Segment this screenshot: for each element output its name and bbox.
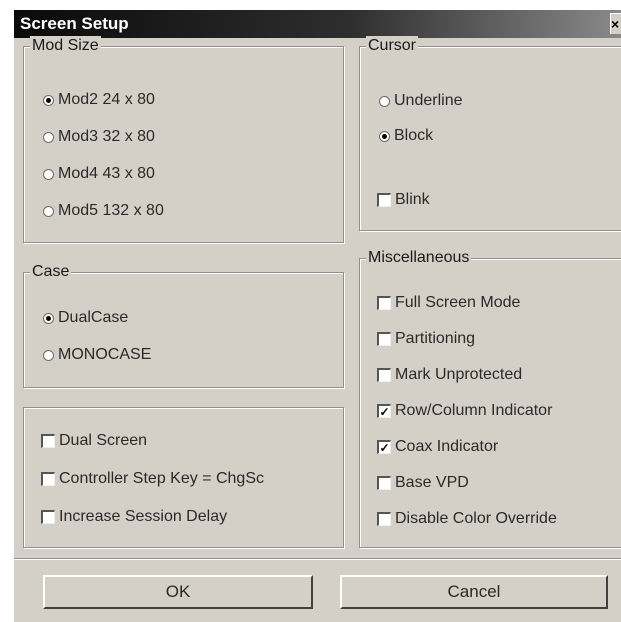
checkbox-label: Increase Session Delay bbox=[59, 508, 228, 525]
cancel-button[interactable]: Cancel bbox=[340, 575, 608, 609]
mod-size-group: Mod Size Mod2 24 x 80 Mod3 32 x 80 Mod4 … bbox=[23, 36, 344, 243]
ok-button[interactable]: OK bbox=[43, 575, 313, 609]
radio-button-icon[interactable] bbox=[43, 349, 54, 361]
checkbox-icon[interactable] bbox=[41, 510, 55, 524]
cursor-group: Cursor Underline Block Blink bbox=[359, 36, 621, 231]
radio-button-icon[interactable] bbox=[43, 94, 54, 106]
checkbox-label: Disable Color Override bbox=[395, 510, 557, 527]
checkbox-increase-session-delay[interactable]: Increase Session Delay bbox=[41, 506, 227, 528]
checkbox-icon[interactable] bbox=[377, 193, 391, 207]
radio-button-icon[interactable] bbox=[43, 168, 54, 180]
checkbox-label: Base VPD bbox=[395, 474, 469, 491]
checkbox-dual-screen[interactable]: Dual Screen bbox=[41, 430, 147, 452]
case-legend: Case bbox=[30, 262, 72, 282]
window-title: Screen Setup bbox=[20, 14, 129, 33]
checkbox-icon[interactable]: ✓ bbox=[377, 440, 391, 454]
checkbox-label: Controller Step Key = ChgSc bbox=[59, 470, 264, 487]
close-icon[interactable]: × bbox=[610, 13, 621, 34]
radio-button-icon[interactable] bbox=[379, 130, 390, 142]
radio-label: MONOCASE bbox=[58, 346, 152, 363]
radio-label: Mod5 132 x 80 bbox=[58, 202, 164, 219]
radio-button-icon[interactable] bbox=[43, 312, 54, 324]
radio-mod2[interactable]: Mod2 24 x 80 bbox=[43, 89, 155, 111]
checkbox-full-screen-mode[interactable]: Full Screen Mode bbox=[377, 292, 520, 314]
checkbox-icon[interactable] bbox=[41, 434, 55, 448]
checkbox-label: Dual Screen bbox=[59, 432, 148, 449]
checkbox-base-vpd[interactable]: Base VPD bbox=[377, 472, 469, 494]
checkbox-blink[interactable]: Blink bbox=[377, 189, 430, 211]
radio-label: Mod2 24 x 80 bbox=[58, 91, 155, 108]
radio-mod5[interactable]: Mod5 132 x 80 bbox=[43, 200, 164, 222]
radio-label: Mod4 43 x 80 bbox=[58, 165, 155, 182]
radio-label: DualCase bbox=[58, 309, 129, 326]
radio-mod4[interactable]: Mod4 43 x 80 bbox=[43, 163, 155, 185]
checkbox-label: Full Screen Mode bbox=[395, 294, 521, 311]
checkbox-icon[interactable] bbox=[377, 332, 391, 346]
checkbox-icon[interactable] bbox=[377, 512, 391, 526]
button-separator bbox=[14, 558, 621, 560]
radio-dualcase[interactable]: DualCase bbox=[43, 307, 128, 329]
mod-size-legend: Mod Size bbox=[30, 36, 101, 56]
radio-label: Underline bbox=[394, 92, 463, 109]
checkbox-label: Partitioning bbox=[395, 330, 476, 347]
checkbox-disable-color-override[interactable]: Disable Color Override bbox=[377, 508, 557, 530]
radio-monocase[interactable]: MONOCASE bbox=[43, 344, 151, 366]
checkbox-partitioning[interactable]: Partitioning bbox=[377, 328, 475, 350]
checkbox-icon[interactable] bbox=[41, 472, 55, 486]
checkbox-icon[interactable] bbox=[377, 368, 391, 382]
checkbox-mark-unprotected[interactable]: Mark Unprotected bbox=[377, 364, 522, 386]
radio-block[interactable]: Block bbox=[379, 125, 433, 147]
radio-button-icon[interactable] bbox=[43, 205, 54, 217]
radio-button-icon[interactable] bbox=[43, 131, 54, 143]
radio-label: Mod3 32 x 80 bbox=[58, 128, 155, 145]
radio-underline[interactable]: Underline bbox=[379, 90, 462, 112]
checkbox-label: Blink bbox=[395, 191, 430, 208]
radio-label: Block bbox=[394, 127, 434, 144]
checkbox-icon[interactable] bbox=[377, 296, 391, 310]
checkbox-label: Coax Indicator bbox=[395, 438, 499, 455]
checkbox-controller-step-key[interactable]: Controller Step Key = ChgSc bbox=[41, 468, 264, 490]
case-group: Case DualCase MONOCASE bbox=[23, 262, 344, 388]
checkbox-label: Mark Unprotected bbox=[395, 366, 523, 383]
checkbox-coax-indicator[interactable]: ✓ Coax Indicator bbox=[377, 436, 498, 458]
cursor-legend: Cursor bbox=[366, 36, 419, 56]
miscellaneous-group: Miscellaneous Full Screen Mode Partition… bbox=[359, 248, 621, 548]
checkbox-label: Row/Column Indicator bbox=[395, 402, 553, 419]
checkbox-icon[interactable] bbox=[377, 476, 391, 490]
checkbox-row-column-indicator[interactable]: ✓ Row/Column Indicator bbox=[377, 400, 552, 422]
screen-options-group: Dual Screen Controller Step Key = ChgSc … bbox=[23, 407, 344, 548]
title-bar[interactable]: Screen Setup × bbox=[14, 10, 621, 38]
screen-setup-dialog: Screen Setup × Mod Size Mod2 24 x 80 Mod… bbox=[12, 8, 621, 622]
checkbox-icon[interactable]: ✓ bbox=[377, 404, 391, 418]
radio-mod3[interactable]: Mod3 32 x 80 bbox=[43, 126, 155, 148]
miscellaneous-legend: Miscellaneous bbox=[366, 248, 472, 268]
radio-button-icon[interactable] bbox=[379, 95, 390, 107]
